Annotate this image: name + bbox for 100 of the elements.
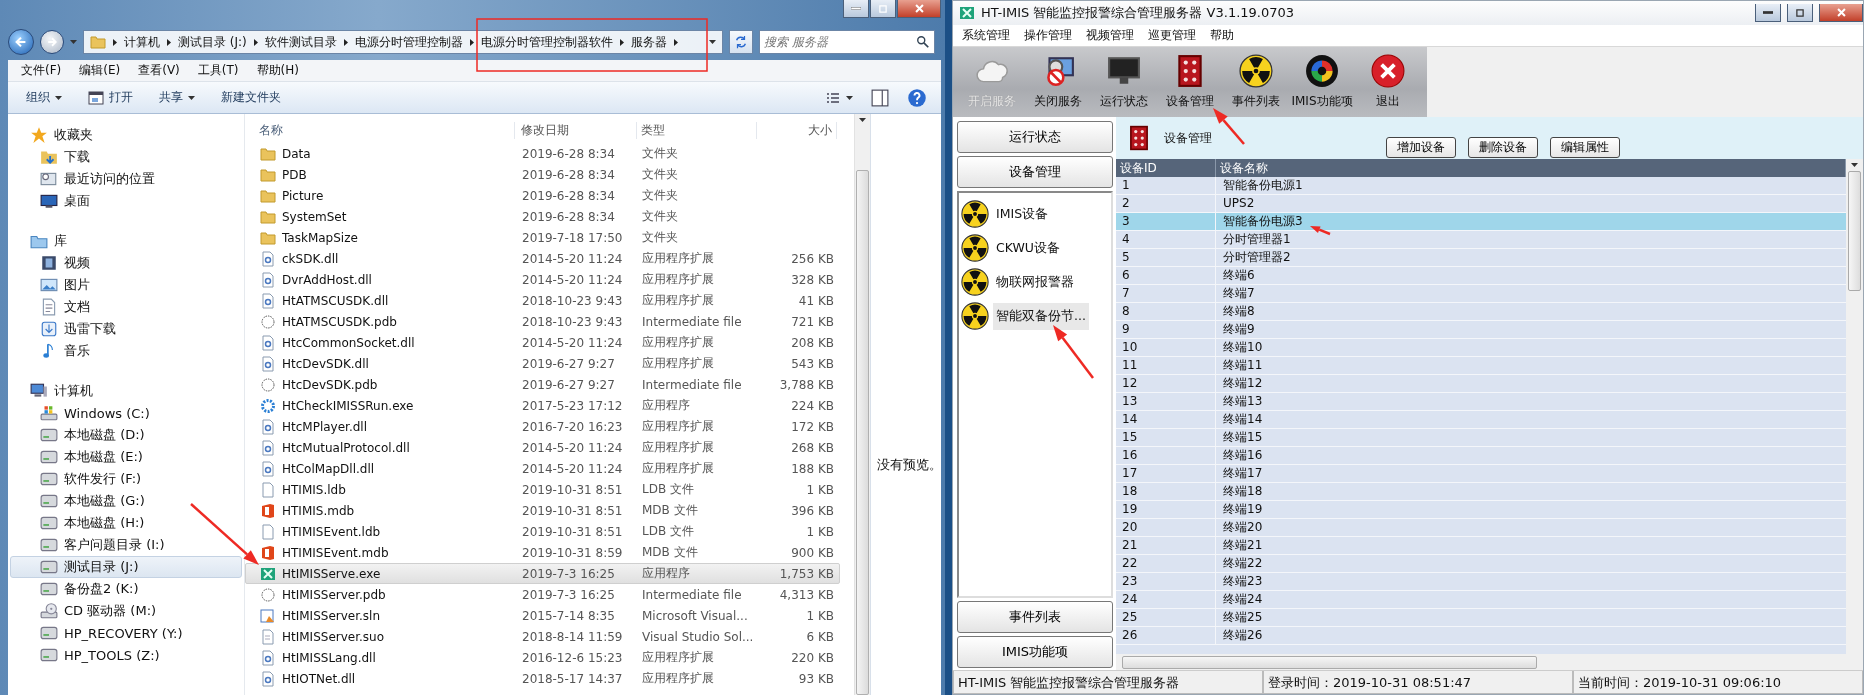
file-row[interactable]: HtColMapDll.dll 2014-5-20 11:24 应用程序扩展 188 KB	[245, 458, 840, 479]
breadcrumb-item[interactable]: 测试目录 (J:)	[178, 33, 247, 51]
file-row[interactable]: HtCheckIMISSRun.exe 2017-5-23 17:12 应用程序 224 KB	[245, 395, 840, 416]
side-button[interactable]: 运行状态	[957, 121, 1113, 153]
nav-item[interactable]: 软件发行 (F:)	[10, 468, 242, 490]
table-row[interactable]: 6 终端6	[1116, 267, 1846, 285]
file-row[interactable]: DvrAddHost.dll 2014-5-20 11:24 应用程序扩展 328 KB	[245, 269, 840, 290]
breadcrumb-item[interactable]: 软件测试目录	[264, 33, 337, 51]
table-row[interactable]: 5 分时管理器2	[1116, 249, 1846, 267]
menu-item[interactable]: 编辑(E)	[70, 62, 130, 79]
file-row[interactable]: Data 2019-6-28 8:34 文件夹	[245, 143, 840, 164]
column-header[interactable]: 设备ID	[1116, 159, 1216, 177]
maximize-button[interactable]	[1787, 4, 1813, 22]
file-row[interactable]: HtIMISServer.sln 2015-7-14 8:35 Microsoft Visual... 1 KB	[245, 605, 840, 626]
nav-item[interactable]: CD 驱动器 (M:)	[10, 600, 242, 622]
menu-item[interactable]: 文件(F)	[12, 62, 71, 79]
nav-item[interactable]: 下载	[10, 146, 242, 168]
tree-item[interactable]: CKWU设备	[993, 234, 1063, 262]
file-row[interactable]: HtcMPlayer.dll 2016-7-20 16:23 应用程序扩展 172 KB	[245, 416, 840, 437]
file-row[interactable]: HtIMISSLang.dll 2016-12-6 15:23 应用程序扩展 220 KB	[245, 647, 840, 668]
table-row[interactable]: 11 终端11	[1116, 357, 1846, 375]
file-row[interactable]: HtIOTNet.dll 2018-5-17 14:37 应用程序扩展 93 KB	[245, 668, 840, 689]
table-row[interactable]: 17 终端17	[1116, 465, 1846, 483]
toolbar-button[interactable]: 组织	[18, 86, 70, 109]
nav-item[interactable]: 本地磁盘 (G:)	[10, 490, 242, 512]
file-row[interactable]: HtATMSCUSDK.pdb 2018-10-23 9:43 Intermediate file 721 KB	[245, 311, 840, 332]
column-header[interactable]: 大小	[757, 122, 837, 139]
menu-item[interactable]: 查看(V)	[129, 62, 189, 79]
table-row[interactable]: 12 终端12	[1116, 375, 1846, 393]
scrollbar-thumb[interactable]	[1848, 171, 1861, 291]
column-header[interactable]: 类型	[637, 122, 757, 139]
side-button[interactable]: IMIS功能项	[957, 636, 1113, 668]
minimize-button[interactable]	[843, 0, 869, 18]
toolbar-button[interactable]: 新建文件夹	[213, 86, 289, 109]
file-row[interactable]: HTIMIS.ldb 2019-10-31 8:51 LDB 文件 1 KB	[245, 479, 840, 500]
close-button[interactable]	[897, 0, 941, 18]
file-row[interactable]: HtIMISServe.exe 2019-7-3 16:25 应用程序 1,753 KB	[245, 563, 840, 584]
table-row[interactable]: 15 终端15	[1116, 429, 1846, 447]
menu-item[interactable]: 巡更管理	[1141, 27, 1203, 44]
nav-item[interactable]: 桌面	[10, 190, 242, 212]
scrollbar-thumb[interactable]	[1122, 655, 1537, 669]
nav-item[interactable]: 测试目录 (J:)	[10, 556, 242, 578]
panel-button[interactable]: 编辑属性	[1550, 137, 1620, 158]
breadcrumb-item[interactable]: 服务器	[630, 33, 667, 51]
nav-item[interactable]: 本地磁盘 (D:)	[10, 424, 242, 446]
scrollbar[interactable]	[854, 114, 870, 695]
nav-item[interactable]: 计算机	[10, 380, 242, 402]
file-row[interactable]: HTIMIS.mdb 2019-10-31 8:51 MDB 文件 396 KB	[245, 500, 840, 521]
file-row[interactable]: HtIMISServer.pdb 2019-7-3 16:25 Intermediate file 4,313 KB	[245, 584, 840, 605]
nav-item[interactable]: 视频	[10, 252, 242, 274]
table-row[interactable]: 8 终端8	[1116, 303, 1846, 321]
file-row[interactable]: SystemSet 2019-6-28 8:34 文件夹	[245, 206, 840, 227]
toolbar-button[interactable]: 共享	[151, 86, 203, 109]
breadcrumb-item[interactable]: 电源分时管理控制器软件	[480, 33, 613, 51]
refresh-button[interactable]	[729, 30, 753, 54]
toolbar-button[interactable]: 设备管理	[1157, 49, 1223, 115]
toolbar-button[interactable]: 事件列表	[1223, 49, 1289, 115]
menu-item[interactable]: 视频管理	[1079, 27, 1141, 44]
toolbar-button[interactable]: 打开	[80, 86, 141, 109]
table-row[interactable]: 21 终端21	[1116, 537, 1846, 555]
table-row[interactable]: 20 终端20	[1116, 519, 1846, 537]
menu-item[interactable]: 系统管理	[955, 27, 1017, 44]
breadcrumb-item[interactable]: 电源分时管理控制器	[354, 33, 463, 51]
search-field[interactable]: 搜索 服务器	[759, 30, 935, 54]
tree-item[interactable]: 智能双备份节...	[993, 302, 1089, 330]
nav-item[interactable]: 客户问题目录 (I:)	[10, 534, 242, 556]
file-row[interactable]: HtcMutualProtocol.dll 2014-5-20 11:24 应用程序扩展 268 KB	[245, 437, 840, 458]
maximize-button[interactable]	[870, 0, 896, 18]
table-row[interactable]: 4 分时管理器1	[1116, 231, 1846, 249]
menu-item[interactable]: 操作管理	[1017, 27, 1079, 44]
side-button[interactable]: 事件列表	[957, 601, 1113, 633]
nav-item[interactable]: 文档	[10, 296, 242, 318]
menu-item[interactable]: 工具(T)	[188, 62, 248, 79]
menu-item[interactable]: 帮助(H)	[247, 62, 308, 79]
table-row[interactable]: 13 终端13	[1116, 393, 1846, 411]
file-row[interactable]: Picture 2019-6-28 8:34 文件夹	[245, 185, 840, 206]
tree-item[interactable]: 物联网报警器	[993, 268, 1077, 296]
toolbar-button[interactable]: 运行状态	[1091, 49, 1157, 115]
toolbar-button[interactable]: 关闭服务	[1025, 49, 1091, 115]
table-row[interactable]: 19 终端19	[1116, 501, 1846, 519]
table-row[interactable]: 7 终端7	[1116, 285, 1846, 303]
table-row[interactable]: 18 终端18	[1116, 483, 1846, 501]
file-row[interactable]: TaskMapSize 2019-7-18 17:50 文件夹	[245, 227, 840, 248]
toolbar-button[interactable]: 退出	[1355, 49, 1421, 115]
tree-item[interactable]: IMIS设备	[993, 200, 1052, 228]
file-row[interactable]: HTIMISEvent.mdb 2019-10-31 8:59 MDB 文件 900 KB	[245, 542, 840, 563]
scrollbar[interactable]	[1846, 159, 1863, 654]
file-row[interactable]: HtcDevSDK.pdb 2019-6-27 9:27 Intermediate file 3,788 KB	[245, 374, 840, 395]
nav-item[interactable]: HP_TOOLS (Z:)	[10, 644, 242, 666]
nav-item[interactable]: 最近访问的位置	[10, 168, 242, 190]
close-button[interactable]	[1819, 4, 1863, 22]
table-row[interactable]: 26 终端26	[1116, 627, 1846, 645]
table-row[interactable]: 25 终端25	[1116, 609, 1846, 627]
panel-button[interactable]: 增加设备	[1386, 137, 1456, 158]
address-bar[interactable]: 计算机 测试目录 (J:) 软件测试目录 电源分时管理控制器 电源分时管理控制器软件 服务器	[83, 30, 723, 54]
column-header[interactable]: 修改日期	[515, 122, 637, 139]
column-header[interactable]: 名称	[245, 122, 515, 139]
table-row[interactable]: 1 智能备份电源1	[1116, 177, 1846, 195]
file-row[interactable]: ckSDK.dll 2014-5-20 11:24 应用程序扩展 256 KB	[245, 248, 840, 269]
table-row[interactable]: 24 终端24	[1116, 591, 1846, 609]
